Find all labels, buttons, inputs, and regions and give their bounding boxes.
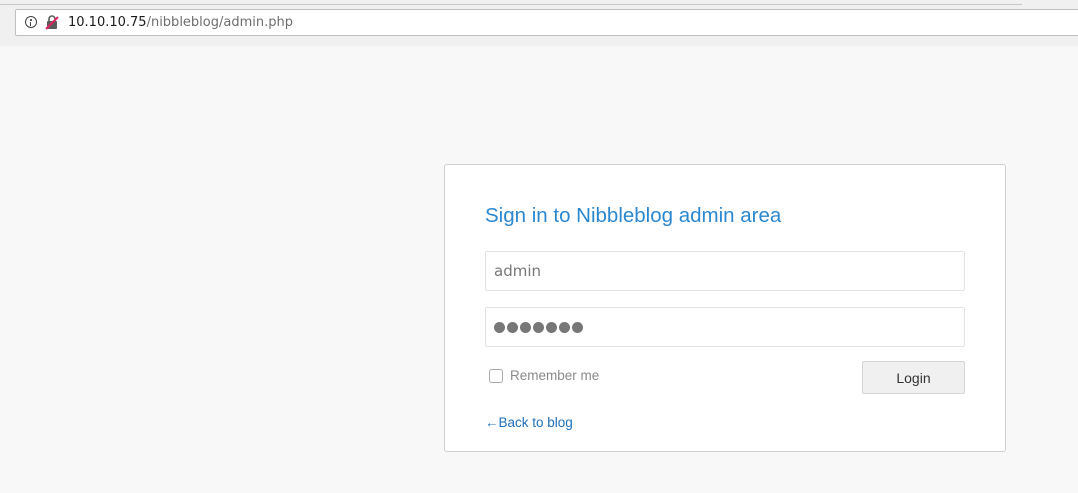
password-mask-dot <box>559 321 570 333</box>
remember-me-checkbox[interactable] <box>489 369 503 383</box>
password-mask-dot <box>572 321 583 333</box>
password-mask-dot <box>494 321 505 333</box>
page-title: Sign in to Nibbleblog admin area <box>485 204 782 227</box>
remember-me[interactable]: Remember me <box>489 367 599 383</box>
browser-chrome: 10.10.10.75/nibbleblog/admin.php <box>0 0 1078 46</box>
password-mask-dot <box>520 321 531 333</box>
username-input[interactable] <box>485 251 965 291</box>
url-path: /nibbleblog/admin.php <box>146 15 293 30</box>
url-host: 10.10.10.75 <box>68 15 147 30</box>
remember-me-label: Remember me <box>510 367 600 383</box>
address-bar[interactable]: 10.10.10.75/nibbleblog/admin.php <box>15 9 1078 36</box>
tab-strip-edge <box>0 0 1022 5</box>
login-panel: Sign in to Nibbleblog admin area Remembe… <box>444 164 1006 452</box>
password-mask-dot <box>533 321 544 333</box>
password-input[interactable] <box>485 307 965 347</box>
login-button[interactable]: Login <box>862 361 965 394</box>
url-text[interactable]: 10.10.10.75/nibbleblog/admin.php <box>68 15 293 31</box>
password-mask-dot <box>507 321 518 333</box>
password-mask-dot <box>546 321 557 333</box>
info-icon[interactable] <box>25 16 37 28</box>
back-to-blog-link[interactable]: ←Back to blog <box>485 415 573 430</box>
insecure-lock-icon[interactable] <box>45 15 59 30</box>
